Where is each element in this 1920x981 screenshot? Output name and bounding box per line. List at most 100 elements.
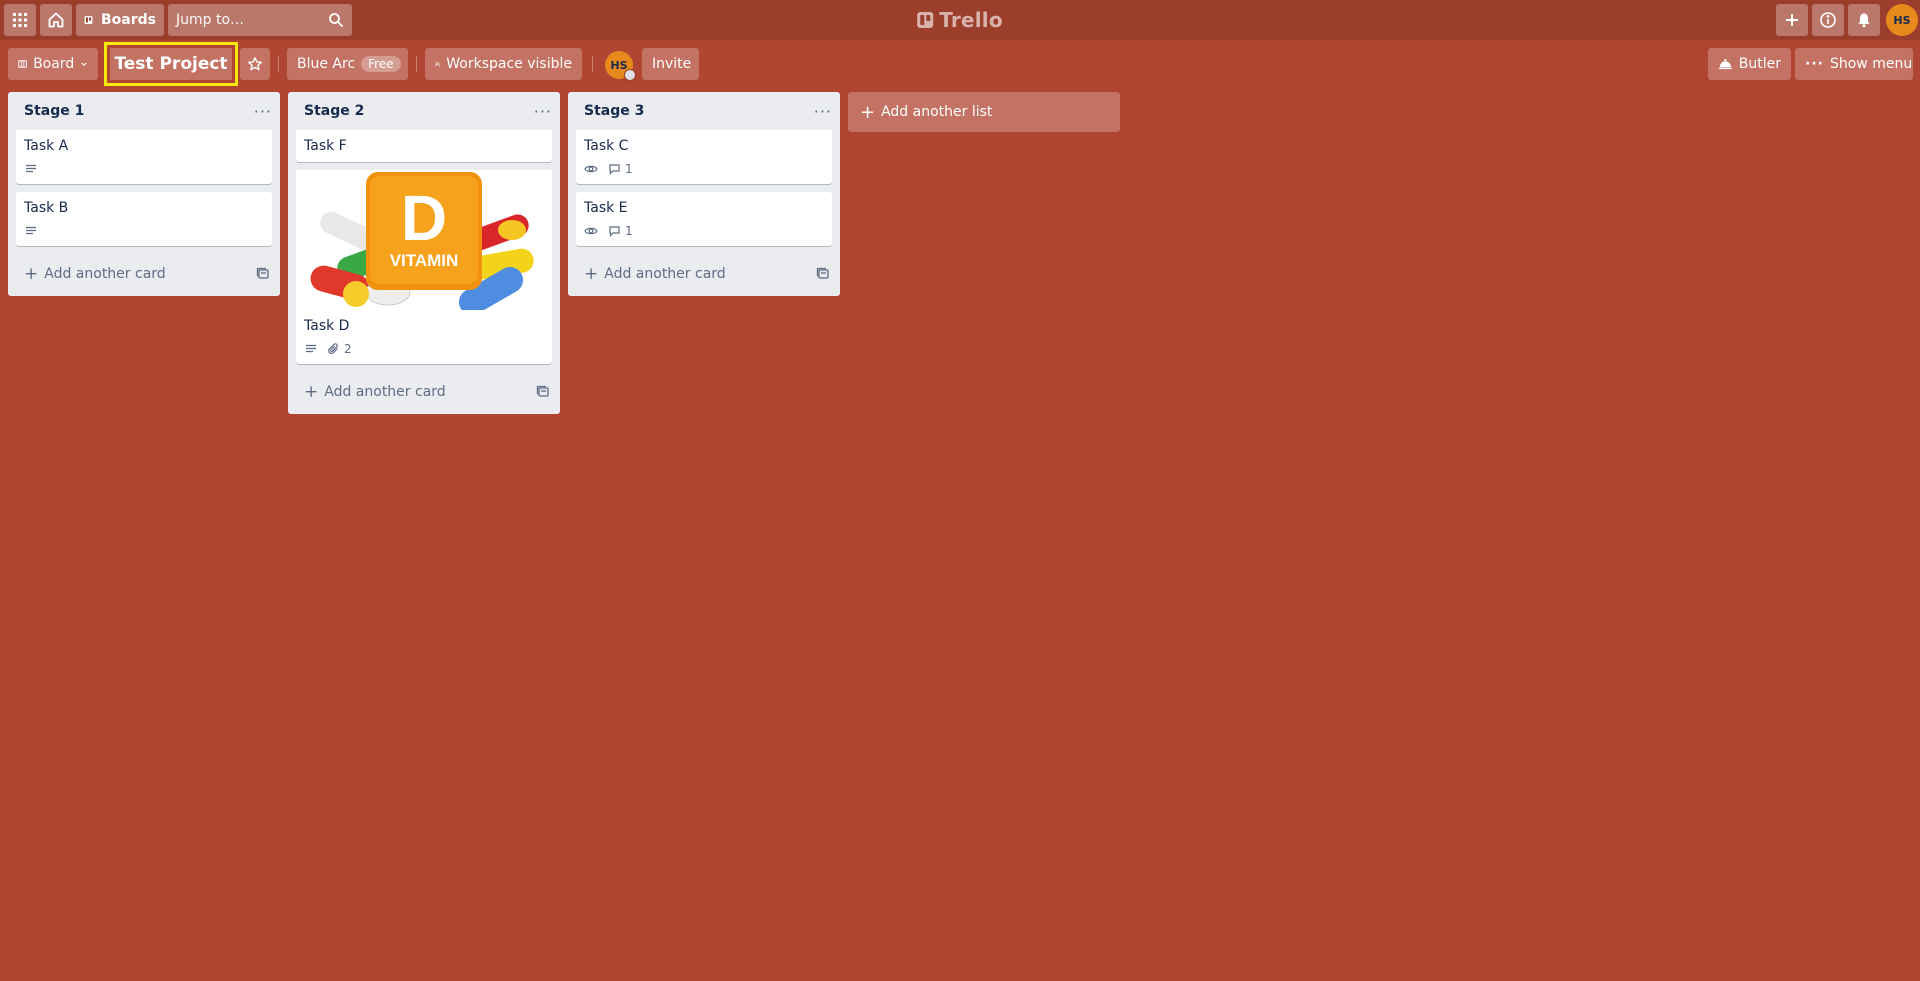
- apps-switcher-button[interactable]: [4, 4, 36, 36]
- card[interactable]: D VITAMIN Task D 2: [296, 170, 552, 364]
- card[interactable]: Task A: [16, 130, 272, 184]
- add-card-button[interactable]: + Add another card: [304, 382, 446, 402]
- plus-icon: +: [860, 101, 876, 123]
- card-cover-image: D VITAMIN: [296, 170, 552, 310]
- list-title[interactable]: Stage 2: [304, 103, 364, 119]
- boards-label: Boards: [101, 12, 156, 28]
- more-dots-icon: ···: [1805, 56, 1824, 72]
- attachment-badge: 2: [328, 342, 352, 356]
- list-menu-dots-icon[interactable]: ···: [254, 102, 272, 121]
- add-card-label: Add another card: [324, 384, 446, 400]
- card-title: Task C: [584, 138, 629, 154]
- card-title: Task F: [304, 138, 347, 154]
- workspace-name: Blue Arc: [297, 56, 356, 72]
- workspace-visibility-icon: [435, 62, 441, 67]
- list-title[interactable]: Stage 1: [24, 103, 84, 119]
- cover-text: VITAMIN: [390, 251, 459, 270]
- show-menu-label: Show menu: [1829, 56, 1913, 72]
- watching-eye-icon: [584, 163, 598, 175]
- workspace-button[interactable]: Blue Arc Free: [287, 48, 408, 80]
- description-icon: [304, 343, 318, 355]
- board-title[interactable]: Test Project: [110, 48, 232, 80]
- list-stage-1: Stage 1 ··· Task A Task B + Add another …: [8, 92, 280, 296]
- trello-logo-icon: [917, 12, 934, 28]
- invite-button[interactable]: Invite: [642, 48, 699, 80]
- create-button[interactable]: [1776, 4, 1808, 36]
- comment-count: 1: [625, 224, 633, 238]
- card-template-icon[interactable]: [816, 267, 830, 281]
- add-card-button[interactable]: + Add another card: [24, 264, 166, 284]
- add-card-label: Add another card: [44, 266, 166, 282]
- plus-icon: +: [304, 382, 319, 402]
- plus-icon: +: [24, 264, 39, 284]
- comments-badge: 1: [608, 224, 633, 238]
- card[interactable]: Task B: [16, 192, 272, 246]
- butler-bell-icon: [1718, 58, 1732, 70]
- paperclip-icon: [328, 343, 338, 354]
- butler-button[interactable]: Butler: [1708, 48, 1791, 80]
- search-icon: [329, 13, 344, 28]
- notifications-button[interactable]: [1848, 4, 1880, 36]
- card-title: Task D: [304, 318, 350, 334]
- board-member-avatar[interactable]: HS: [605, 51, 636, 81]
- star-icon: [248, 57, 263, 71]
- jump-to-search[interactable]: Jump to…: [168, 4, 352, 36]
- search-placeholder: Jump to…: [176, 12, 245, 28]
- card-template-icon[interactable]: [256, 267, 270, 281]
- chevron-down-icon: [81, 62, 87, 67]
- visibility-button[interactable]: Workspace visible: [425, 48, 582, 80]
- board-title-highlight[interactable]: Test Project: [104, 42, 238, 86]
- cover-letter: D: [401, 182, 447, 254]
- card[interactable]: Task E 1: [576, 192, 832, 246]
- card[interactable]: Task C 1: [576, 130, 832, 184]
- admin-chevron-icon: [624, 69, 636, 81]
- description-icon: [24, 225, 38, 237]
- board-view-icon: [18, 60, 27, 68]
- invite-label: Invite: [652, 56, 692, 72]
- board-icon: [84, 16, 93, 24]
- watching-eye-icon: [584, 225, 598, 237]
- description-icon: [24, 163, 38, 175]
- logo-text: Trello: [939, 8, 1003, 32]
- add-card-button[interactable]: + Add another card: [584, 264, 726, 284]
- header-divider: [278, 56, 279, 72]
- plus-icon: +: [584, 264, 599, 284]
- plan-badge: Free: [361, 56, 401, 72]
- add-list-label: Add another list: [881, 104, 993, 120]
- info-button[interactable]: [1812, 4, 1844, 36]
- user-initials: HS: [1893, 13, 1911, 27]
- show-menu-button[interactable]: ··· Show menu: [1795, 48, 1913, 80]
- butler-label: Butler: [1738, 56, 1781, 72]
- visibility-label: Workspace visible: [446, 56, 572, 72]
- plus-icon: [1786, 14, 1798, 26]
- home-button[interactable]: [40, 4, 72, 36]
- attachment-count: 2: [344, 342, 352, 356]
- comments-badge: 1: [608, 162, 633, 176]
- board-view-switcher[interactable]: Board: [8, 48, 98, 80]
- list-stage-2: Stage 2 ··· Task F D VITAMIN Task D 2 + …: [288, 92, 560, 414]
- comment-icon: [609, 164, 620, 175]
- list-menu-dots-icon[interactable]: ···: [534, 102, 552, 121]
- add-list-button[interactable]: + Add another list: [848, 92, 1120, 132]
- card-template-icon[interactable]: [536, 385, 550, 399]
- list-title[interactable]: Stage 3: [584, 103, 644, 119]
- comment-count: 1: [625, 162, 633, 176]
- card[interactable]: Task F: [296, 130, 552, 162]
- add-card-label: Add another card: [604, 266, 726, 282]
- card-title: Task E: [584, 200, 628, 216]
- bell-icon: [1858, 13, 1870, 28]
- home-icon: [48, 12, 64, 28]
- star-board-button[interactable]: [240, 48, 270, 80]
- top-nav-bar: Boards Jump to… Trello HS: [0, 0, 1920, 40]
- list-menu-dots-icon[interactable]: ···: [814, 102, 832, 121]
- list-stage-3: Stage 3 ··· Task C 1 Task E 1 + Add anot…: [568, 92, 840, 296]
- grid-icon: [13, 13, 27, 27]
- card-title: Task A: [24, 138, 69, 154]
- user-avatar[interactable]: HS: [1886, 4, 1918, 36]
- boards-button[interactable]: Boards: [76, 4, 164, 36]
- header-divider: [592, 56, 593, 72]
- info-icon: [1820, 12, 1836, 28]
- view-label: Board: [33, 56, 75, 72]
- trello-logo[interactable]: Trello: [917, 8, 1003, 32]
- card-title: Task B: [24, 200, 69, 216]
